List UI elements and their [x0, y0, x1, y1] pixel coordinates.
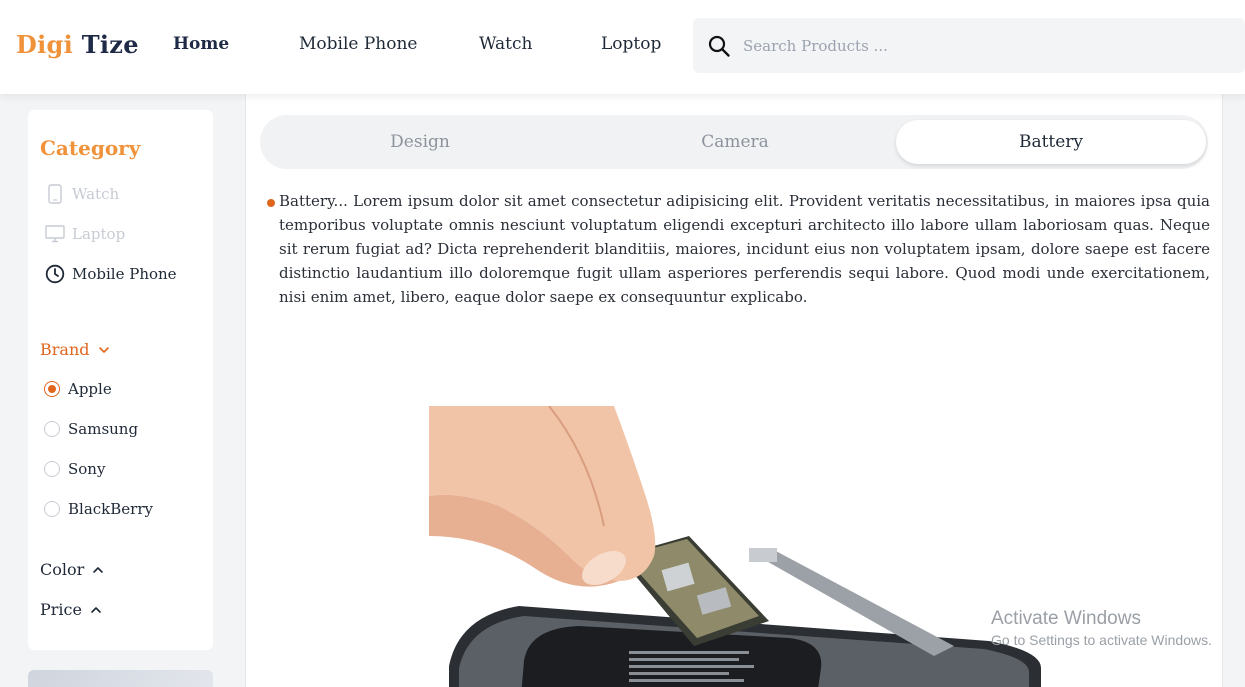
search-bar	[693, 18, 1245, 73]
color-section-toggle[interactable]: Color	[40, 560, 104, 579]
category-mobile-phone-label: Mobile Phone	[72, 265, 177, 283]
clock-icon	[44, 263, 66, 285]
price-title: Price	[40, 600, 82, 619]
watermark-subtitle: Go to Settings to activate Windows.	[991, 632, 1212, 648]
spec-tabs: Design Camera Battery	[260, 115, 1208, 169]
chevron-down-icon	[98, 346, 109, 353]
category-title: Category	[40, 136, 141, 160]
bullet-dot	[267, 199, 275, 207]
brand-label-apple: Apple	[68, 380, 112, 398]
smartwatch-icon	[44, 183, 66, 205]
category-mobile-phone[interactable]: Mobile Phone	[44, 262, 177, 286]
category-laptop[interactable]: Laptop	[44, 222, 125, 246]
nav-watch[interactable]: Watch	[479, 34, 532, 54]
brand-label-samsung: Samsung	[68, 420, 139, 438]
monitor-icon	[44, 223, 66, 245]
watermark-title: Activate Windows	[991, 608, 1141, 629]
tab-camera[interactable]: Camera	[580, 120, 890, 164]
nav-laptop[interactable]: Loptop	[601, 34, 661, 54]
brand-label-sony: Sony	[68, 460, 106, 478]
brand-option-sony[interactable]: Sony	[44, 460, 105, 478]
category-watch[interactable]: Watch	[44, 182, 119, 206]
category-watch-label: Watch	[72, 185, 120, 203]
nav-mobile-phone[interactable]: Mobile Phone	[299, 34, 418, 54]
search-icon[interactable]	[707, 34, 731, 58]
brand-label-blackberry: BlackBerry	[68, 500, 153, 518]
brand-title: Brand	[40, 340, 90, 359]
radio[interactable]	[44, 461, 60, 477]
phone-battery-image	[429, 406, 1041, 687]
brand-option-apple[interactable]: Apple	[44, 380, 112, 398]
brand-section-toggle[interactable]: Brand	[40, 340, 110, 359]
chevron-up-icon	[91, 606, 101, 613]
radio[interactable]	[44, 501, 60, 517]
windows-activation-watermark: Activate Windows Go to Settings to activ…	[991, 608, 1212, 648]
nav-home[interactable]: Home	[173, 34, 229, 54]
sidebar-promo-card[interactable]	[28, 670, 213, 687]
tab-design[interactable]: Design	[265, 120, 575, 164]
brand-option-blackberry[interactable]: BlackBerry	[44, 500, 153, 518]
brand-option-samsung[interactable]: Samsung	[44, 420, 138, 438]
logo-part-2: Tize	[81, 30, 139, 59]
search-input[interactable]	[743, 32, 1223, 60]
chevron-up-icon	[93, 566, 104, 573]
price-section-toggle[interactable]: Price	[40, 600, 102, 619]
filter-sidebar: Category Watch Laptop Mobile Phone Brand…	[28, 110, 213, 650]
radio-selected[interactable]	[44, 381, 60, 397]
top-header: Digi Tize Home Mobile Phone Watch Loptop	[0, 0, 1245, 94]
logo-part-1: Digi	[16, 30, 74, 59]
battery-description: Battery... Lorem ipsum dolor sit amet co…	[279, 192, 1210, 306]
radio[interactable]	[44, 421, 60, 437]
color-title: Color	[40, 560, 85, 579]
tab-battery[interactable]: Battery	[896, 120, 1206, 164]
logo[interactable]: Digi Tize	[16, 30, 139, 59]
category-laptop-label: Laptop	[72, 225, 126, 243]
